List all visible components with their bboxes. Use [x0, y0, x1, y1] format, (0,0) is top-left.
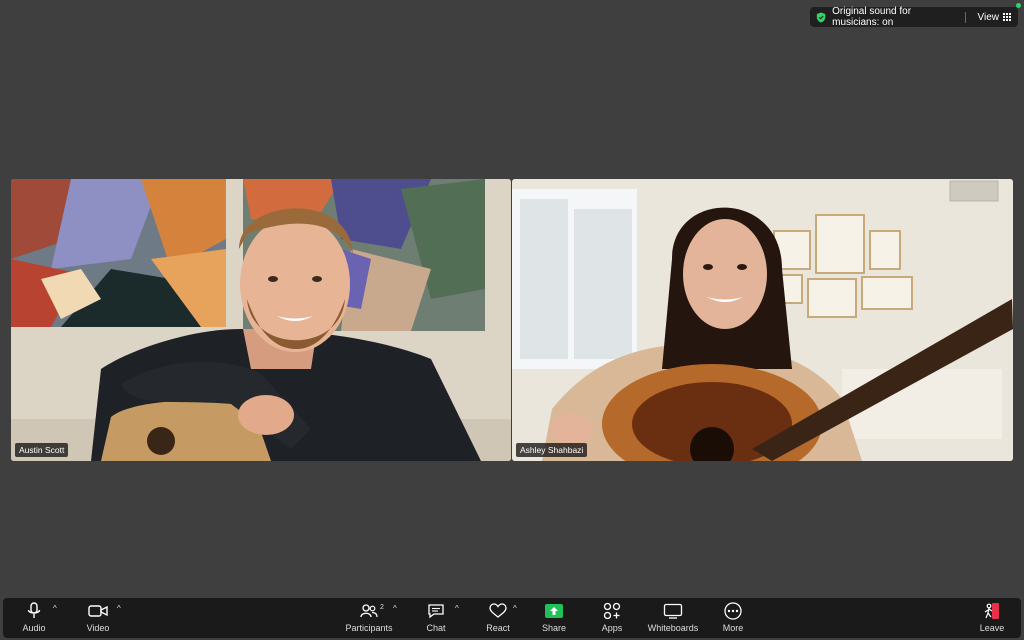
video-button[interactable]: Video — [81, 600, 115, 636]
video-tile-austin-scott[interactable]: Austin Scott — [11, 179, 511, 461]
participants-label: Participants — [345, 623, 393, 633]
heart-icon — [489, 600, 507, 622]
share-button[interactable]: Share — [539, 600, 569, 636]
react-button[interactable]: React — [481, 600, 515, 636]
apps-icon — [603, 600, 621, 622]
participants-icon — [360, 600, 378, 622]
whiteboard-icon — [663, 600, 683, 622]
participants-button[interactable]: Participants — [341, 600, 397, 636]
original-sound-status[interactable]: Original sound for musicians: on — [832, 6, 953, 28]
chat-label: Chat — [426, 623, 446, 633]
video-feed-ashley — [512, 179, 1013, 461]
leave-label: Leave — [979, 623, 1005, 633]
leave-door-icon — [983, 600, 1001, 622]
video-camera-icon — [88, 600, 108, 622]
react-options-chevron-icon[interactable]: ^ — [513, 604, 517, 613]
share-label: Share — [541, 623, 567, 633]
audio-label: Audio — [22, 623, 46, 633]
participant-name-tag: Ashley Shahbazi — [516, 443, 588, 457]
video-options-chevron-icon[interactable]: ^ — [117, 604, 121, 613]
meeting-window: Original sound for musicians: on View Au… — [0, 0, 1024, 640]
window-shutters — [512, 189, 637, 369]
shield-check-icon — [816, 11, 826, 23]
view-button[interactable]: View — [978, 12, 1013, 23]
participants-count: 2 — [380, 604, 384, 611]
apps-label: Apps — [601, 623, 623, 633]
abstract-painting-left — [11, 179, 226, 327]
audio-options-chevron-icon[interactable]: ^ — [53, 604, 57, 613]
share-screen-icon — [545, 600, 563, 622]
react-label: React — [486, 623, 510, 633]
participants-options-chevron-icon[interactable]: ^ — [393, 604, 397, 613]
wall-frames — [773, 214, 913, 318]
more-label: More — [722, 623, 744, 633]
video-feed-austin — [11, 179, 511, 461]
divider — [964, 11, 966, 23]
chat-button[interactable]: Chat — [421, 600, 451, 636]
more-options-icon — [724, 600, 742, 622]
chat-bubble-icon — [427, 600, 445, 622]
whiteboards-button[interactable]: Whiteboards — [643, 600, 703, 636]
chat-options-chevron-icon[interactable]: ^ — [455, 604, 459, 613]
meeting-toolbar: Audio ^ Video ^ Participants 2 ^ Chat ^ — [3, 598, 1021, 638]
view-label: View — [977, 11, 1000, 23]
more-button[interactable]: More — [718, 600, 748, 636]
participant-name-tag: Austin Scott — [15, 443, 69, 457]
audio-button[interactable]: Audio — [17, 600, 51, 636]
microphone-icon — [27, 600, 41, 622]
video-label: Video — [86, 623, 110, 633]
grid-view-icon — [1003, 12, 1012, 22]
apps-button[interactable]: Apps — [597, 600, 627, 636]
whiteboards-label: Whiteboards — [647, 623, 699, 633]
leave-button[interactable]: Leave — [975, 600, 1009, 636]
status-pill: Original sound for musicians: on View — [810, 6, 1018, 28]
video-tile-ashley-shahbazi[interactable]: Ashley Shahbazi — [512, 179, 1013, 461]
